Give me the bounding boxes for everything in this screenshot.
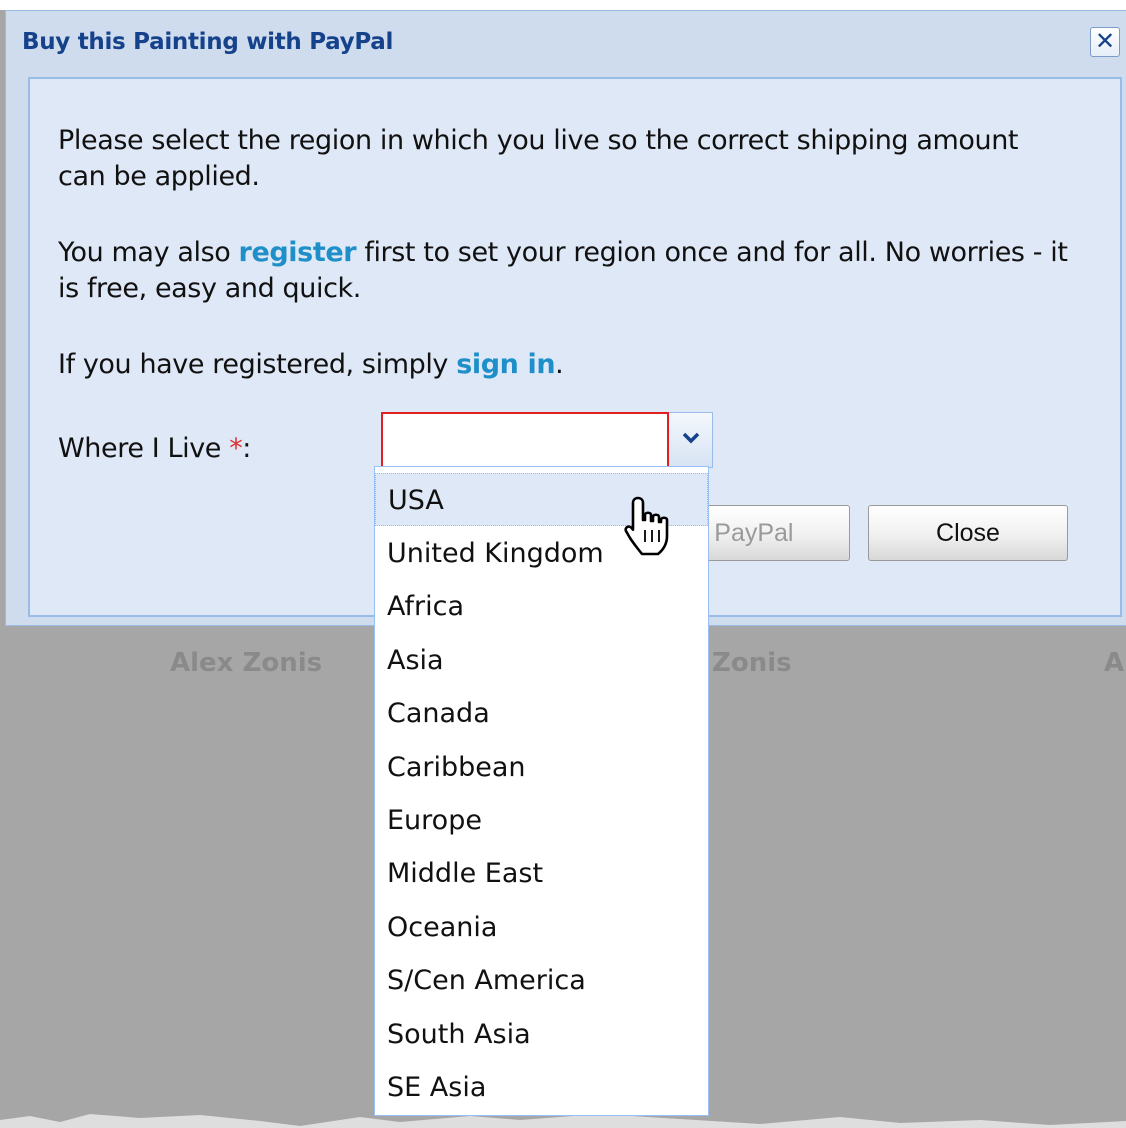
register-link[interactable]: register xyxy=(239,237,357,268)
region-option-south-asia[interactable]: South Asia xyxy=(375,1008,708,1061)
region-option-caribbean[interactable]: Caribbean xyxy=(375,741,708,794)
register-paragraph: You may also register first to set your … xyxy=(58,235,1068,307)
region-option-asia[interactable]: Asia xyxy=(375,634,708,687)
sign-in-paragraph: If you have registered, simply sign in. xyxy=(58,347,564,383)
region-instructions: Please select the region in which you li… xyxy=(58,125,1019,192)
background-artist-name: Alex Zonis xyxy=(170,648,323,678)
region-option-se-asia[interactable]: SE Asia xyxy=(375,1061,708,1114)
sign-in-text-after: . xyxy=(555,349,564,380)
region-option-s-cen-america[interactable]: S/Cen America xyxy=(375,954,708,1007)
close-button[interactable]: Close xyxy=(868,505,1068,561)
close-icon[interactable]: ✕ xyxy=(1090,27,1120,57)
sign-in-link[interactable]: sign in xyxy=(456,349,555,380)
region-option-canada[interactable]: Canada xyxy=(375,687,708,740)
background-artist-name: Zonis xyxy=(712,648,792,678)
page-top-strip xyxy=(0,0,1126,10)
where-i-live-label: Where I Live *: xyxy=(58,431,251,467)
chevron-down-icon xyxy=(682,432,700,444)
region-combo-input[interactable] xyxy=(381,412,669,468)
register-text-before: You may also xyxy=(58,237,239,268)
region-option-middle-east[interactable]: Middle East xyxy=(375,847,708,900)
region-option-europe[interactable]: Europe xyxy=(375,794,708,847)
region-option-africa[interactable]: Africa xyxy=(375,580,708,633)
sign-in-text-before: If you have registered, simply xyxy=(58,349,457,380)
region-combo-trigger[interactable] xyxy=(669,412,713,468)
dialog-title: Buy this Painting with PayPal xyxy=(22,29,394,55)
field-label-suffix: : xyxy=(242,433,251,464)
hand-pointer-icon xyxy=(624,496,669,556)
region-option-oceania[interactable]: Oceania xyxy=(375,901,708,954)
required-marker: * xyxy=(229,433,243,464)
region-dropdown-list: USA United Kingdom Africa Asia Canada Ca… xyxy=(374,466,709,1116)
field-label-text: Where I Live xyxy=(58,433,230,464)
background-artist-name: A xyxy=(1104,648,1125,678)
